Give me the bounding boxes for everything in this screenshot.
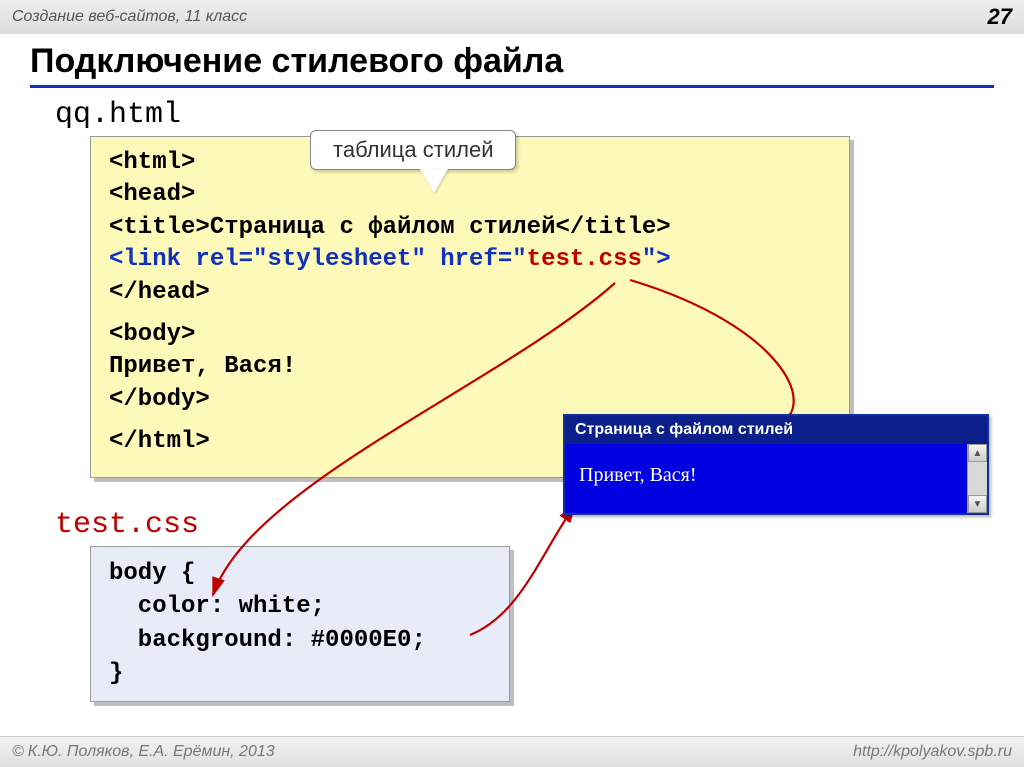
copyright-text: К.Ю. Поляков, Е.А. Ерёмин, 2013 (28, 743, 275, 761)
callout-text: таблица стилей (310, 130, 516, 170)
code-line: Привет, Вася! (109, 351, 831, 383)
filename-html: qq.html (55, 98, 994, 132)
callout-label: таблица стилей (310, 130, 516, 193)
page-number: 27 (988, 4, 1012, 30)
scroll-up-icon[interactable]: ▲ (968, 444, 987, 462)
code-line: </body> (109, 384, 831, 416)
code-line: <title>Страница с файлом стилей</title> (109, 212, 831, 244)
slide-header: Создание веб-сайтов, 11 класс 27 (0, 0, 1024, 34)
css-code-box: body { color: white; background: #0000E0… (90, 546, 510, 702)
copyright: © К.Ю. Поляков, Е.А. Ерёмин, 2013 (12, 743, 275, 761)
footer-url: http://kpolyakov.spb.ru (853, 743, 1012, 761)
code-line-link: <link rel="stylesheet" href="test.css"> (109, 244, 831, 276)
browser-titlebar: Страница с файлом стилей (565, 416, 987, 444)
browser-preview: Страница с файлом стилей Привет, Вася! ▲… (563, 414, 989, 515)
code-line: </head> (109, 277, 831, 309)
scrollbar[interactable]: ▲ ▼ (967, 444, 987, 513)
browser-body: Привет, Вася! (565, 444, 967, 513)
course-name: Создание веб-сайтов, 11 класс (12, 8, 247, 26)
callout-tail-icon (420, 169, 448, 193)
code-line: <body> (109, 319, 831, 351)
slide-title: Подключение стилевого файла (30, 42, 994, 88)
copyright-icon: © (12, 743, 24, 761)
slide-footer: © К.Ю. Поляков, Е.А. Ерёмин, 2013 http:/… (0, 736, 1024, 767)
scroll-down-icon[interactable]: ▼ (968, 495, 987, 513)
